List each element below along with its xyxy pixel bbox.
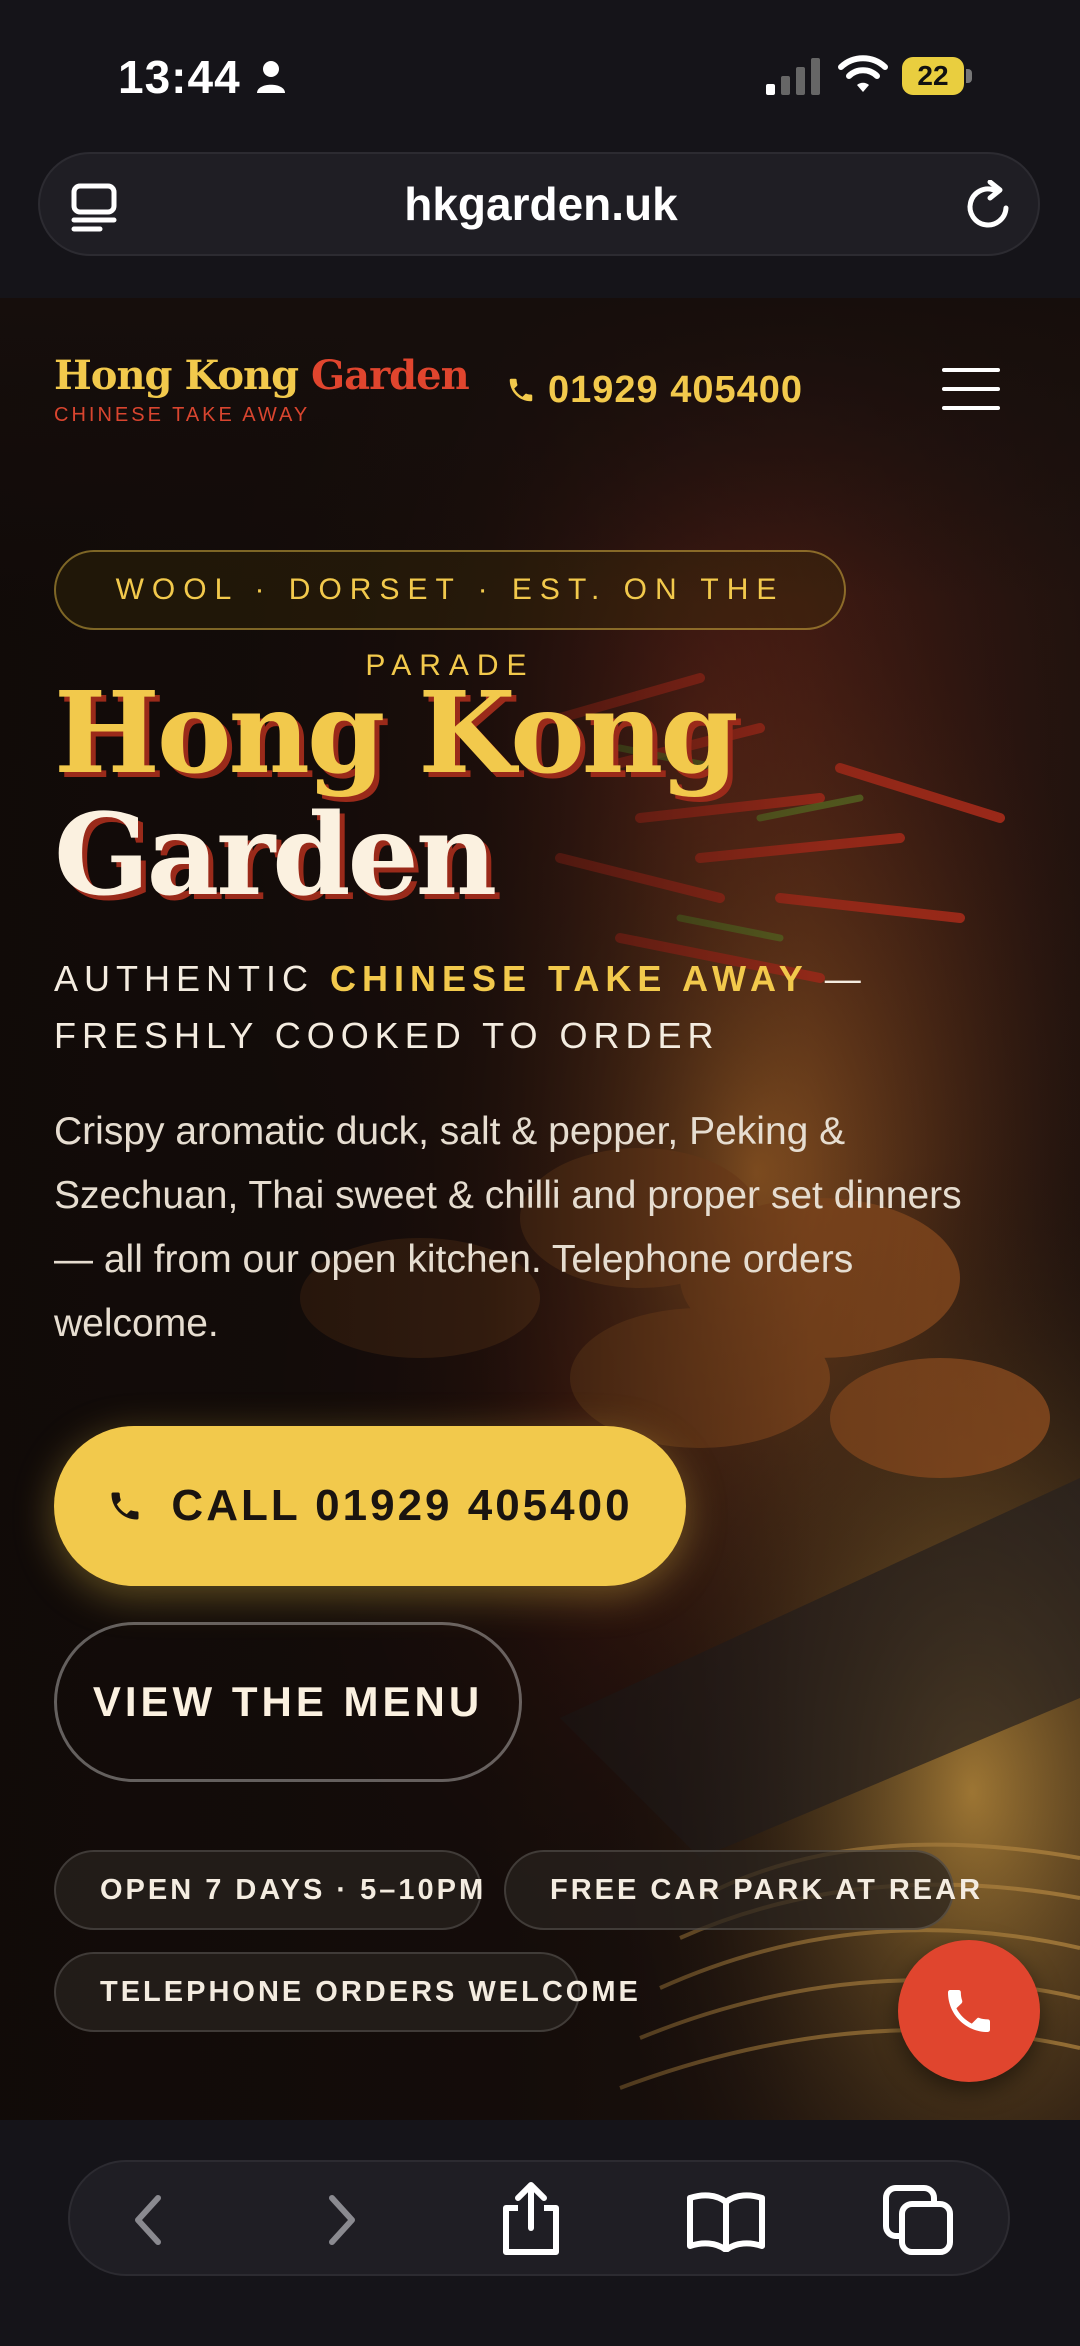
address-bar[interactable]: hkgarden.uk (38, 152, 1040, 256)
tagline-highlight: CHINESE TAKE AWAY (330, 958, 809, 999)
phone-icon (509, 378, 533, 402)
url-text[interactable]: hkgarden.uk (40, 154, 1042, 254)
battery-tip (966, 69, 972, 83)
opening-hours-chip: OPEN 7 DAYS · 5–10PM (54, 1850, 483, 1930)
location-badge: WOOL · DORSET · EST. ON THE PARADE (54, 550, 846, 682)
wifi-icon (838, 55, 888, 92)
battery-icon: 22 (902, 57, 974, 95)
reload-icon[interactable] (964, 180, 1014, 232)
battery-level: 22 (902, 57, 964, 95)
hero-title-line1: Hong Kong (54, 668, 739, 799)
hero-title-line2: Garden (54, 790, 497, 921)
menu-bar (942, 387, 1000, 391)
back-icon[interactable] (120, 2190, 180, 2250)
forward-icon[interactable] (310, 2190, 370, 2250)
browser-toolbar (68, 2160, 1010, 2276)
opening-hours-text: OPEN 7 DAYS · 5–10PM (100, 1873, 487, 1906)
header-phone-link[interactable]: 01929 405400 (506, 368, 803, 412)
view-menu-button[interactable]: VIEW THE MENU (54, 1622, 522, 1782)
hamburger-menu-icon[interactable] (942, 368, 1000, 410)
telephone-orders-chip: TELEPHONE ORDERS WELCOME (54, 1952, 638, 2032)
person-icon (257, 61, 285, 93)
site-logo[interactable]: Hong Kong Garden (54, 352, 470, 399)
bookmarks-icon[interactable] (686, 2190, 766, 2252)
parking-chip: FREE CAR PARK AT REAR (504, 1850, 980, 1930)
logo-subtitle: CHINESE TAKE AWAY (54, 404, 311, 426)
phone-icon (111, 1492, 139, 1520)
parking-text: FREE CAR PARK AT REAR (550, 1873, 984, 1906)
telephone-orders-text: TELEPHONE ORDERS WELCOME (100, 1975, 641, 2008)
header-phone-number[interactable]: 01929 405400 (548, 369, 803, 412)
tabs-icon[interactable] (70, 182, 120, 232)
logo-name-part1: Hong Kong (54, 352, 299, 399)
tagline-prefix: AUTHENTIC (54, 958, 314, 999)
hero-description: Crispy aromatic duck, salt & pepper, Pek… (54, 1110, 962, 1345)
phone-icon (948, 1990, 990, 2032)
call-button-label: CALL 01929 405400 (171, 1481, 633, 1530)
status-bar: 13:44 22 (0, 0, 1080, 140)
share-icon[interactable] (498, 2180, 564, 2256)
call-button[interactable]: CALL 01929 405400 (54, 1426, 686, 1586)
menu-bar (942, 368, 1000, 372)
signal-icon (766, 58, 820, 95)
hero-tagline: AUTHENTIC CHINESE TAKE AWAY — FRESHLY CO… (54, 950, 984, 1064)
view-menu-label: VIEW THE MENU (92, 1678, 484, 1725)
status-time: 13:44 (118, 51, 241, 103)
tabs-overview-icon[interactable] (882, 2184, 954, 2256)
logo-name-part2: Garden (311, 352, 470, 399)
menu-bar (942, 406, 1000, 410)
floating-call-button[interactable] (898, 1940, 1040, 2082)
